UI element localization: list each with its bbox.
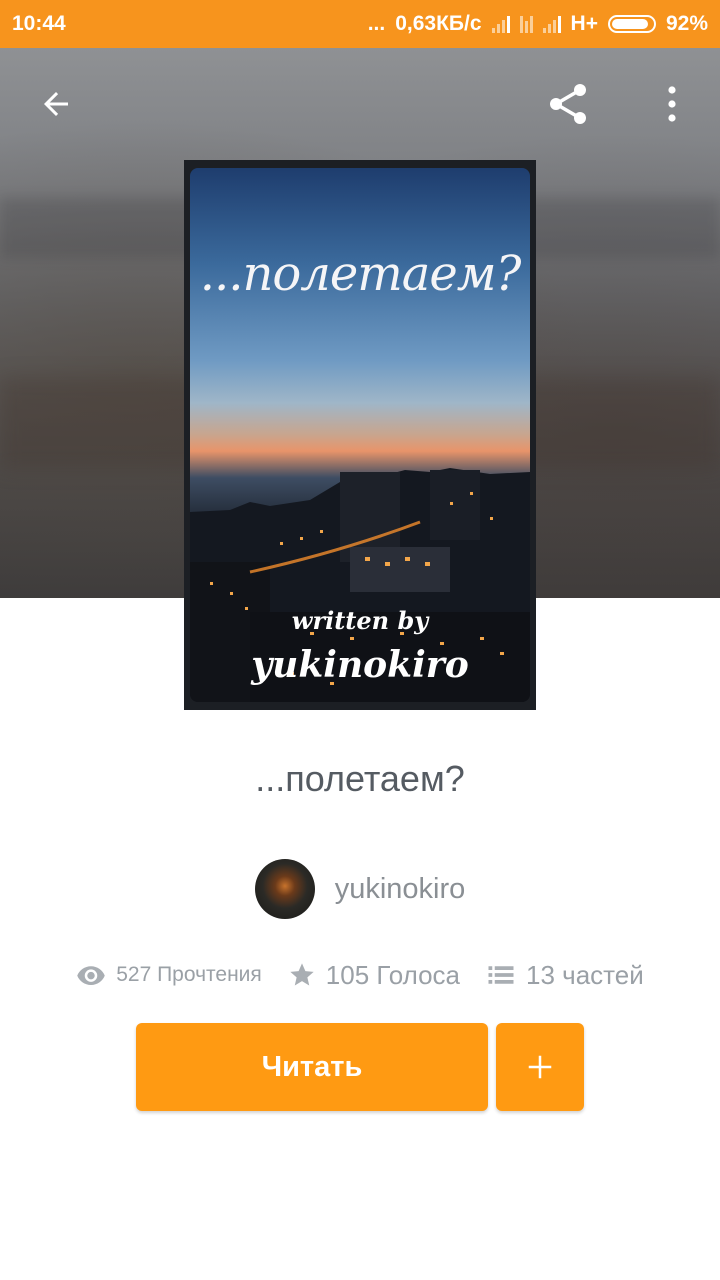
status-bar: 10:44 ... 0,63КБ/с H+ 92%	[0, 0, 720, 48]
author-name[interactable]: yukinokiro	[335, 873, 466, 906]
cover-author: yukinokiro	[251, 644, 469, 686]
star-icon	[290, 963, 314, 986]
status-time: 10:44	[12, 12, 66, 35]
battery-fill	[611, 19, 649, 29]
eye-icon	[77, 966, 105, 985]
signal-icon-2	[542, 15, 561, 33]
arrow-left-icon	[44, 92, 68, 116]
plus-icon	[528, 1055, 552, 1079]
more-vertical-icon	[668, 86, 676, 122]
votes-stat: 105 Голоса	[288, 960, 460, 991]
more-options-button[interactable]	[648, 80, 696, 128]
reads-stat: 527 Прочтения	[76, 960, 262, 990]
parts-stat: 13 частей	[486, 960, 644, 991]
signal-icon	[491, 15, 510, 33]
reads-count: 527 Прочтения	[116, 963, 262, 986]
author-link[interactable]: yukinokiro	[0, 858, 720, 920]
book-title: ...полетаем?	[255, 758, 465, 799]
avatar[interactable]	[254, 859, 315, 919]
network-type: H+	[570, 12, 598, 35]
cover-title: ...полетаем?	[199, 246, 522, 302]
parts-count: 13 частей	[526, 959, 644, 990]
add-to-library-button[interactable]	[496, 1023, 584, 1111]
share-icon	[550, 84, 586, 124]
book-stats: 527 Прочтения 105 Голоса 13 частей	[0, 952, 720, 998]
battery-icon	[607, 15, 656, 33]
network-speed: 0,63КБ/с	[395, 12, 482, 35]
sim-signal-icon	[519, 15, 533, 33]
cover-image: ...полетаем? written by yukinokiro	[190, 168, 530, 702]
read-button[interactable]: Читать	[136, 1023, 488, 1111]
cover-written-by: written by	[291, 606, 429, 635]
status-indicators: ... 0,63КБ/с H+ 92%	[368, 12, 708, 36]
share-button[interactable]	[544, 80, 592, 128]
battery-percent: 92%	[665, 12, 708, 35]
book-cover[interactable]: ...полетаем? written by yukinokiro	[184, 160, 536, 710]
votes-count: 105 Голоса	[325, 959, 461, 990]
list-icon	[488, 966, 514, 984]
notification-dots: ...	[367, 12, 386, 35]
back-button[interactable]	[32, 80, 80, 128]
